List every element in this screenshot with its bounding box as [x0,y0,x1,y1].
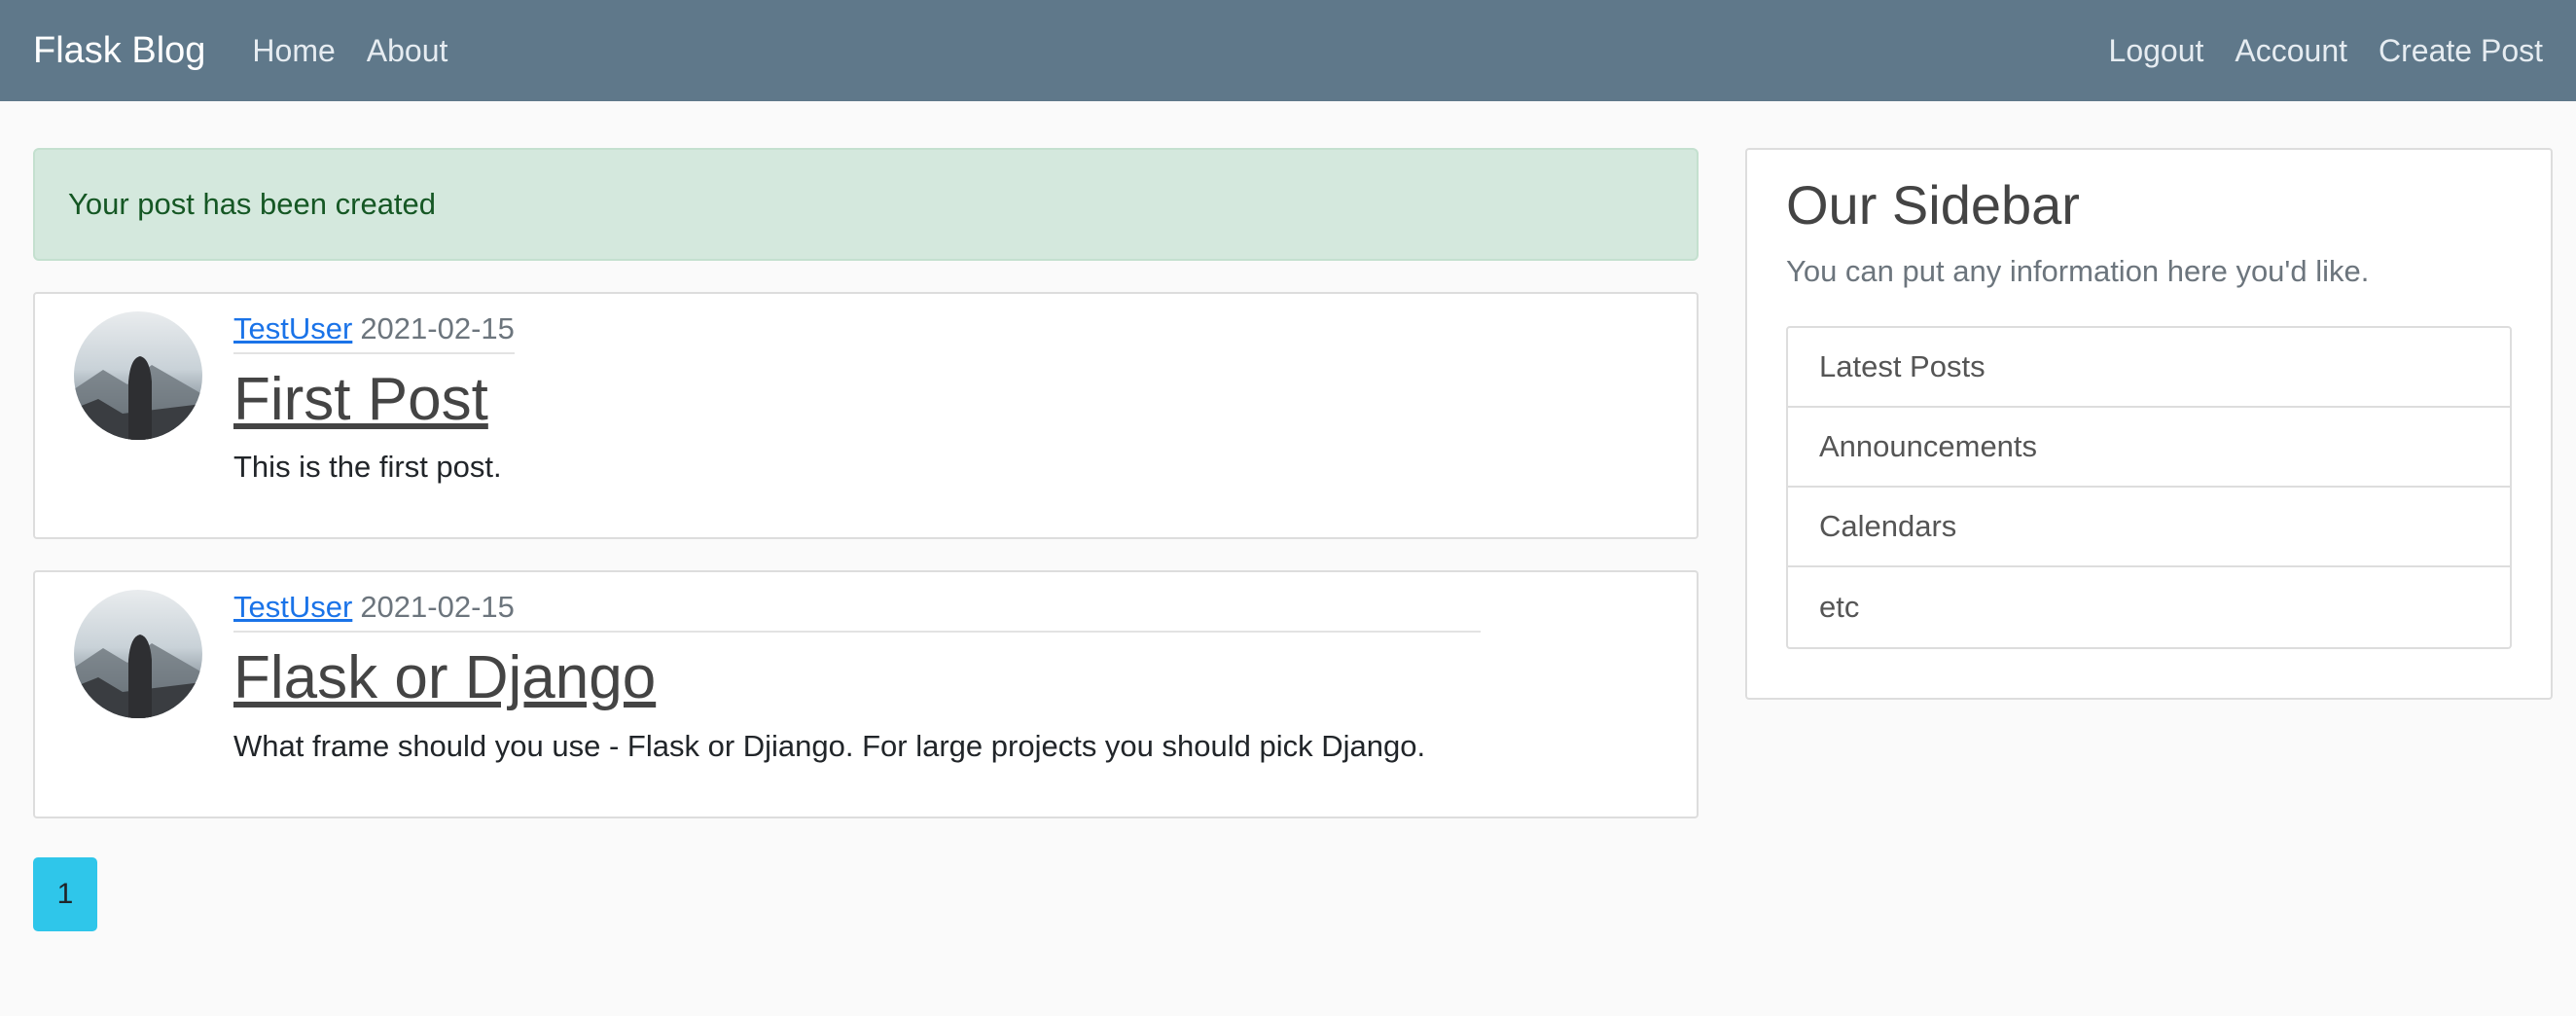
post-content: This is the first post. [233,450,502,485]
sidebar-list: Latest Posts Announcements Calendars etc [1786,326,2512,649]
post-author-link[interactable]: TestUser [233,311,352,345]
post-card: TestUser 2021-02-15 First Post This is th… [33,292,1699,540]
nav-about-link[interactable]: About [367,33,448,69]
post-title-link[interactable]: First Post [233,364,1658,436]
post-meta: TestUser 2021-02-15 [233,590,1481,634]
alert-message: Your post has been created [68,187,437,221]
author-avatar[interactable] [74,311,202,440]
nav-right-links: Logout Account Create Post [2109,33,2543,69]
post-date: 2021-02-15 [360,311,515,345]
post-body: TestUser 2021-02-15 Flask or Django What … [233,590,1658,798]
avatar-figure-icon [74,635,202,719]
post-card: TestUser 2021-02-15 Flask or Django What … [33,570,1699,818]
post-title-link[interactable]: Flask or Django [233,642,1658,714]
sidebar: Our Sidebar You can put any information … [1745,148,2553,700]
post-meta: TestUser 2021-02-15 [233,311,515,354]
avatar-figure-icon [74,356,202,440]
sidebar-item-latest-posts[interactable]: Latest Posts [1788,328,2510,408]
brand-logo-link[interactable]: Flask Blog [33,30,205,72]
sidebar-subtitle: You can put any information here you'd l… [1786,254,2370,288]
pagination: 1 [33,856,1699,931]
main-content: Your post has been created TestUser 2021-… [33,148,1699,931]
sidebar-item-etc[interactable]: etc [1788,567,2510,647]
post-body: TestUser 2021-02-15 First Post This is th… [233,311,1658,520]
nav-account-link[interactable]: Account [2235,33,2347,69]
success-alert: Your post has been created [33,148,1699,261]
nav-home-link[interactable]: Home [252,33,335,69]
post-author-link[interactable]: TestUser [233,590,352,624]
sidebar-item-calendars[interactable]: Calendars [1788,488,2510,567]
nav-create-post-link[interactable]: Create Post [2379,33,2543,69]
top-navbar: Flask Blog Home About Logout Account Cre… [0,0,2576,101]
author-avatar[interactable] [74,590,202,719]
post-date: 2021-02-15 [360,590,515,625]
post-content: What frame should you use - Flask or Dji… [233,728,1426,763]
sidebar-item-announcements[interactable]: Announcements [1788,408,2510,488]
sidebar-title: Our Sidebar [1786,174,2080,236]
page-1-button[interactable]: 1 [33,856,97,931]
nav-logout-link[interactable]: Logout [2109,33,2204,69]
nav-left-links: Home About [252,33,479,69]
